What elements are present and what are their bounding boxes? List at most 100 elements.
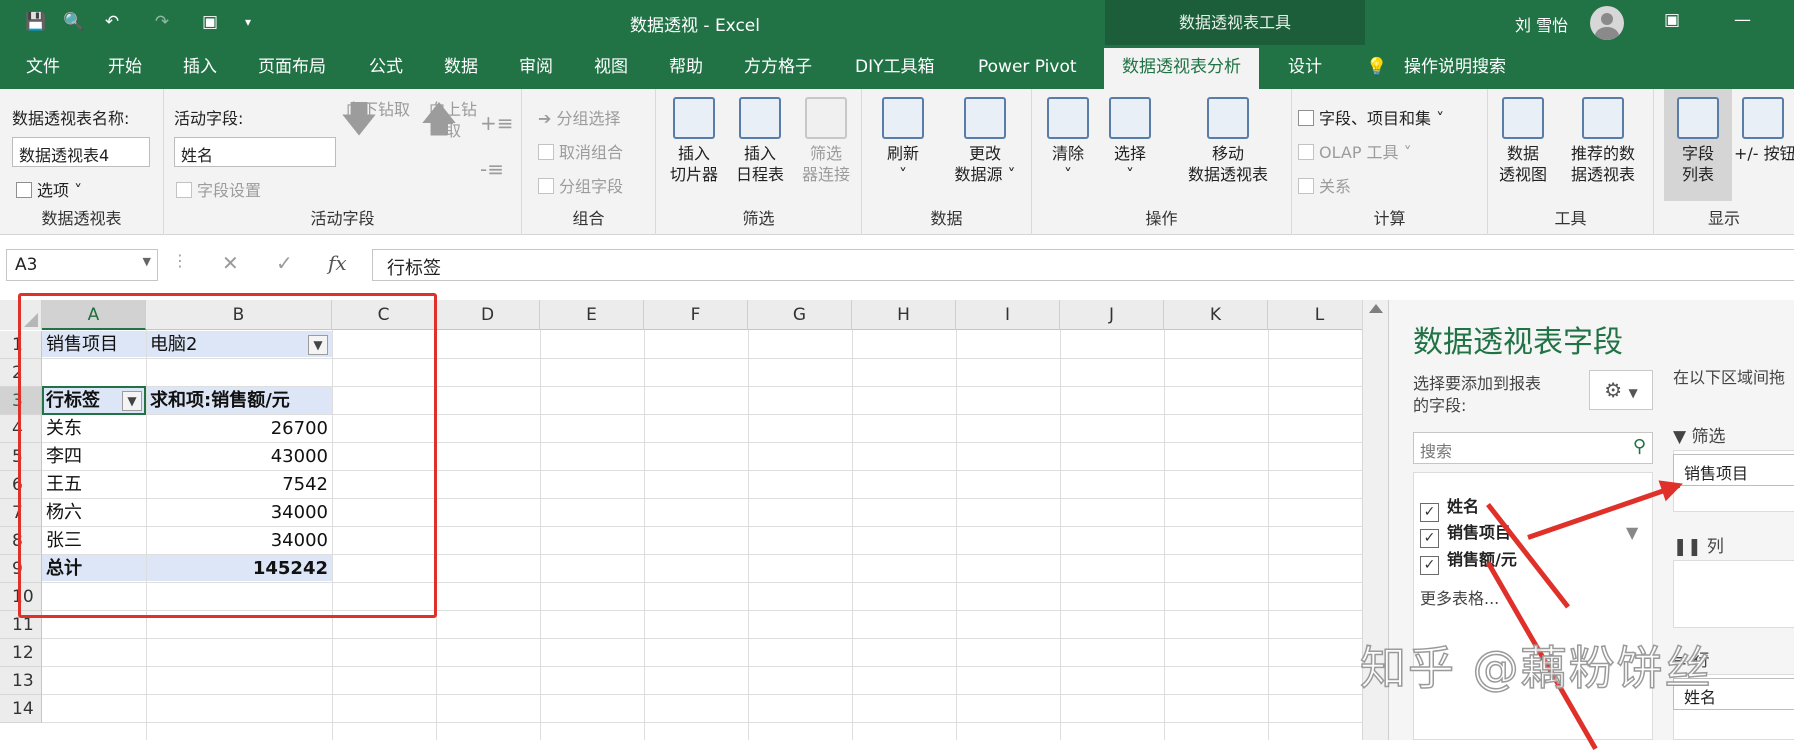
active-field-input[interactable]: 姓名 [174, 137, 336, 167]
collapse-field-icon[interactable]: -≡ [480, 157, 504, 181]
field-label: 姓名 [1447, 497, 1480, 516]
olap-tools-button[interactable]: OLAP 工具 ˅ [1298, 139, 1412, 163]
tab-tell-me[interactable]: 操作说明搜索 [1404, 45, 1506, 89]
field-item-sales-amount[interactable]: ✓ 销售额/元 [1420, 546, 1517, 575]
insert-timeline-button[interactable]: 插入 日程表 [728, 97, 792, 185]
tab-pivot-analyze[interactable]: 数据透视表分析 [1104, 45, 1259, 89]
relationships-button[interactable]: 关系 [1298, 173, 1351, 197]
drill-up-button[interactable]: 🡅 向上钻取 [418, 99, 488, 141]
column-header-l[interactable]: L [1268, 300, 1362, 330]
tab-page-layout[interactable]: 页面布局 [258, 45, 326, 89]
field-settings-icon [176, 182, 192, 198]
tab-formulas[interactable]: 公式 [369, 45, 403, 89]
filters-area-item[interactable]: 销售项目 [1673, 454, 1794, 486]
group-pivottable: 数据透视表名称: 数据透视表4 选项 ˅ 数据透视表 [0, 89, 164, 235]
lightbulb-icon: 💡 [1366, 57, 1388, 77]
scroll-up-icon[interactable] [1369, 304, 1383, 313]
row-header-13[interactable]: 13 [0, 667, 42, 695]
tab-design[interactable]: 设计 [1288, 45, 1322, 89]
column-header-j[interactable]: J [1060, 300, 1164, 330]
field-list-toggle[interactable]: 字段 列表 [1664, 97, 1732, 185]
refresh-button[interactable]: 刷新 ˅ [868, 97, 938, 185]
row-header-14[interactable]: 14 [0, 695, 42, 723]
change-data-source-button[interactable]: 更改 数据源 ˅ [942, 97, 1028, 185]
field-settings-button[interactable]: 字段设置 [176, 177, 261, 201]
recommended-label-2: 据透视表 [1570, 165, 1635, 184]
cancel-icon[interactable]: ✕ [222, 251, 239, 275]
ungroup-label: 取消组合 [559, 143, 624, 162]
field-search-input[interactable]: 搜索 ⚲ [1413, 432, 1653, 464]
enter-icon[interactable]: ✓ [276, 251, 293, 275]
formula-input[interactable]: 行标签 [372, 249, 1794, 281]
checkbox-checked-icon[interactable]: ✓ [1420, 556, 1439, 575]
tab-diy-toolbox[interactable]: DIY工具箱 [855, 45, 935, 89]
watermark: 知乎 @藕粉饼丝 [1359, 640, 1713, 696]
column-header-f[interactable]: F [644, 300, 748, 330]
touch-mode-icon[interactable]: ▣ [198, 10, 222, 34]
ungroup-button[interactable]: 取消组合 [538, 139, 623, 163]
field-list: ✓ 姓名 ✓ 销售项目 ▼ ✓ 销售额/元 更多表格... [1413, 472, 1653, 740]
group-selection-button[interactable]: ➔ 分组选择 [538, 105, 621, 129]
insert-slicer-label-1: 插入 [677, 144, 710, 163]
tab-home[interactable]: 开始 [108, 45, 142, 89]
tab-view[interactable]: 视图 [594, 45, 628, 89]
group-field-button[interactable]: 分组字段 [538, 173, 623, 197]
row-header-12[interactable]: 12 [0, 639, 42, 667]
field-item-name[interactable]: ✓ 姓名 [1420, 493, 1479, 522]
column-header-e[interactable]: E [540, 300, 644, 330]
avatar[interactable] [1590, 6, 1624, 40]
customize-toolbar-icon[interactable]: ▾ [236, 10, 260, 34]
drill-down-button[interactable]: 🡇 向下钻取 [338, 99, 418, 140]
columns-area[interactable] [1673, 560, 1794, 628]
group-tools: 数据 透视图 推荐的数 据透视表 工具 [1488, 89, 1654, 235]
move-pivot-label-2: 数据透视表 [1187, 165, 1268, 184]
name-box[interactable]: A3 ▼ [6, 249, 158, 281]
minimize-icon[interactable]: — [1734, 10, 1751, 30]
filter-connections-label-1: 筛选 [809, 144, 842, 163]
insert-function-icon[interactable]: fx [328, 251, 347, 275]
options-label: 选项 [37, 181, 70, 200]
tab-power-pivot[interactable]: Power Pivot [978, 45, 1077, 89]
column-header-k[interactable]: K [1164, 300, 1268, 330]
group-grouping: ➔ 分组选择 取消组合 分组字段 组合 [522, 89, 656, 235]
pivot-name-input[interactable]: 数据透视表4 [12, 137, 150, 167]
tab-insert[interactable]: 插入 [183, 45, 217, 89]
field-item-sales-item[interactable]: ✓ 销售项目 [1420, 519, 1511, 548]
drag-areas-label: 在以下区域间拖 [1673, 368, 1786, 387]
options-button[interactable]: 选项 ˅ [16, 177, 82, 201]
pivotchart-button[interactable]: 数据 透视图 [1492, 97, 1554, 185]
gear-icon[interactable]: ⚙ ▼ [1589, 370, 1653, 410]
fields-items-sets-button[interactable]: 字段、项目和集 ˅ [1298, 105, 1444, 129]
search-icon[interactable]: ⚲ [1633, 436, 1646, 457]
group-data: 刷新 ˅ 更改 数据源 ˅ 数据 [862, 89, 1032, 235]
tab-file[interactable]: 文件 [26, 45, 60, 89]
recommended-pivottables-button[interactable]: 推荐的数 据透视表 [1556, 97, 1650, 185]
undo-icon[interactable]: ↶ [100, 10, 124, 34]
filter-connections-button[interactable]: 筛选 器连接 [794, 97, 858, 185]
group-label-actions: 操作 [1145, 209, 1178, 228]
more-tables-link[interactable]: 更多表格... [1420, 585, 1499, 609]
expand-field-icon[interactable]: +≡ [480, 111, 514, 135]
column-header-g[interactable]: G [748, 300, 852, 330]
tab-data[interactable]: 数据 [444, 45, 478, 89]
field-settings-label: 字段设置 [197, 181, 262, 200]
print-preview-icon[interactable]: 🔍 [62, 10, 86, 34]
column-header-i[interactable]: I [956, 300, 1060, 330]
column-header-h[interactable]: H [852, 300, 956, 330]
plus-minus-buttons-toggle[interactable]: +/- 按钮 [1734, 97, 1794, 164]
chevron-down-icon[interactable]: ▼ [143, 255, 151, 268]
clear-button[interactable]: 清除 ˅ [1040, 97, 1096, 185]
tab-review[interactable]: 审阅 [519, 45, 553, 89]
recommended-pivot-icon [1582, 97, 1624, 139]
move-pivottable-button[interactable]: 移动 数据透视表 [1166, 97, 1290, 185]
ribbon-display-icon[interactable]: ▣ [1664, 10, 1680, 30]
select-button[interactable]: 选择 ˅ [1102, 97, 1158, 185]
insert-slicer-button[interactable]: 插入 切片器 [662, 97, 726, 185]
tab-fangfang[interactable]: 方方格子 [744, 45, 812, 89]
save-icon[interactable]: 💾 [24, 10, 48, 34]
column-header-d[interactable]: D [436, 300, 540, 330]
redo-icon[interactable]: ↷ [150, 10, 174, 34]
tab-help[interactable]: 帮助 [669, 45, 703, 89]
ribbon-tabs: 文件 开始 插入 页面布局 公式 数据 审阅 视图 帮助 方方格子 DIY工具箱… [0, 45, 1794, 89]
user-name[interactable]: 刘 雪怡 [1515, 12, 1568, 36]
